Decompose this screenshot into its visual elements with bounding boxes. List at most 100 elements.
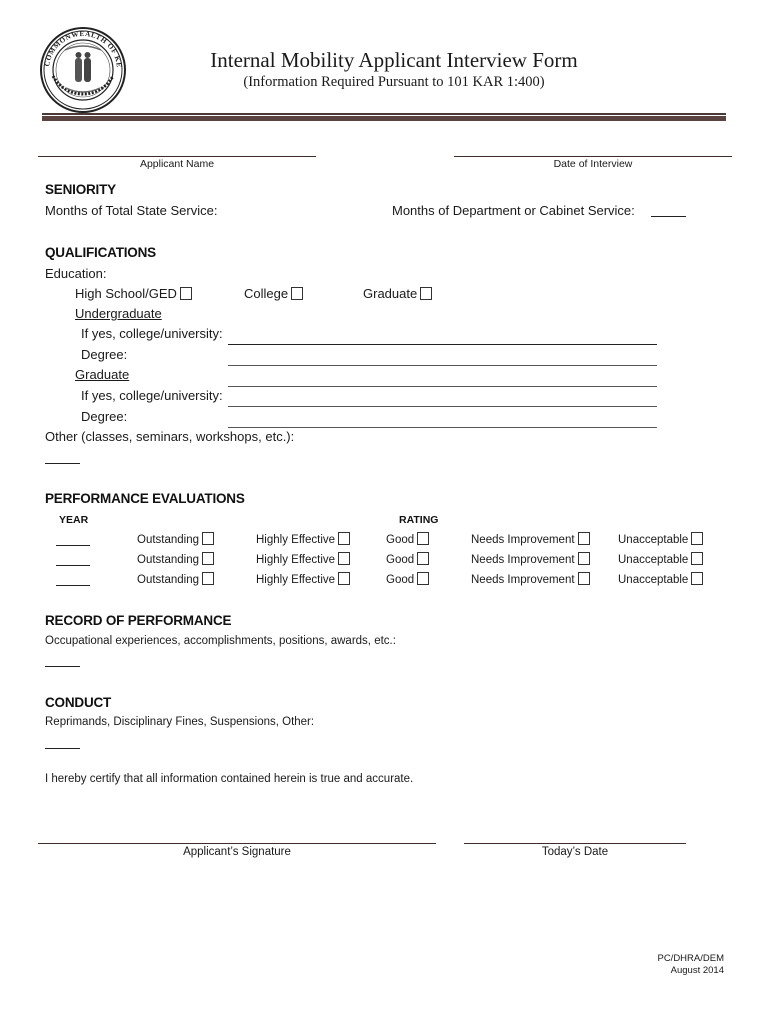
good-checkbox[interactable]: [417, 572, 430, 585]
rating-label-needs-improvement: Needs Improvement: [471, 534, 575, 546]
outstanding-checkbox[interactable]: [202, 572, 215, 585]
total-state-service-label: Months of Total State Service:: [45, 203, 218, 218]
rating-label-outstanding: Outstanding: [137, 574, 200, 586]
form-footer: PC/DHRA/DEM August 2014: [657, 953, 724, 977]
outstanding-checkbox[interactable]: [202, 552, 215, 565]
high-school-label: High School/GED: [75, 286, 177, 301]
certification-statement: I hereby certify that all information co…: [45, 773, 414, 785]
needs-improvement-checkbox[interactable]: [577, 532, 590, 545]
qualifications-heading: QUALIFICATIONS: [45, 245, 156, 260]
undergraduate-university-field[interactable]: [228, 344, 657, 345]
form-subtitle: (Information Required Pursuant to 101 KA…: [243, 74, 545, 90]
evaluation-year-field[interactable]: [56, 545, 90, 546]
record-of-performance-field[interactable]: [45, 666, 80, 667]
rating-label-outstanding: Outstanding: [137, 554, 200, 566]
graduate-label: Graduate: [363, 286, 418, 301]
needs-improvement-checkbox[interactable]: [577, 552, 590, 565]
rating-option-outstanding[interactable]: Outstanding: [137, 572, 215, 586]
todays-date-label: Today’s Date: [541, 846, 609, 858]
applicant-name-field[interactable]: [38, 156, 316, 157]
college-checkbox[interactable]: [291, 287, 304, 300]
good-checkbox[interactable]: [417, 532, 430, 545]
department-service-field[interactable]: [651, 216, 686, 217]
graduate-heading: Graduate: [75, 367, 130, 382]
other-training-label: Other (classes, seminars, workshops, etc…: [45, 429, 295, 444]
performance-evaluations-heading: PERFORMANCE EVALUATIONS: [45, 491, 245, 506]
other-training-field[interactable]: [45, 463, 80, 464]
undergraduate-university-label: If yes, college/university:: [81, 326, 223, 341]
graduate-university-field[interactable]: [228, 406, 657, 407]
rating-label-good: Good: [386, 574, 415, 586]
rating-option-unacceptable[interactable]: Unacceptable: [618, 552, 704, 566]
form-code: PC/DHRA/DEM: [657, 953, 724, 964]
graduate-heading-line[interactable]: [228, 386, 657, 387]
unacceptable-checkbox[interactable]: [691, 572, 704, 585]
rating-option-outstanding[interactable]: Outstanding: [137, 552, 215, 566]
applicant-name-label: Applicant Name: [139, 158, 215, 170]
rating-option-highly-effective[interactable]: Highly Effective: [256, 552, 351, 566]
rating-option-highly-effective[interactable]: Highly Effective: [256, 572, 351, 586]
education-option-college[interactable]: College: [244, 286, 304, 301]
education-label: Education:: [45, 266, 107, 281]
unacceptable-checkbox[interactable]: [691, 532, 704, 545]
evaluation-year-field[interactable]: [56, 565, 90, 566]
rating-label-outstanding: Outstanding: [137, 534, 200, 546]
rating-label-good: Good: [386, 554, 415, 566]
rating-option-outstanding[interactable]: Outstanding: [137, 532, 215, 546]
rating-label-unacceptable: Unacceptable: [618, 534, 689, 546]
rating-option-good[interactable]: Good: [386, 532, 430, 546]
outstanding-checkbox[interactable]: [202, 532, 215, 545]
date-of-interview-label: Date of Interview: [553, 158, 633, 170]
rating-option-highly-effective[interactable]: Highly Effective: [256, 532, 351, 546]
rating-option-needs-improvement[interactable]: Needs Improvement: [471, 552, 590, 566]
rating-label-highly-effective: Highly Effective: [256, 574, 336, 586]
rating-label-good: Good: [386, 534, 415, 546]
graduate-checkbox[interactable]: [420, 287, 433, 300]
rating-label-highly-effective: Highly Effective: [256, 554, 336, 566]
rating-label-unacceptable: Unacceptable: [618, 554, 689, 566]
form-title: Internal Mobility Applicant Interview Fo…: [210, 48, 578, 72]
rating-column-header: RATING: [399, 514, 439, 526]
rating-label-unacceptable: Unacceptable: [618, 574, 689, 586]
highly-effective-checkbox[interactable]: [338, 532, 351, 545]
good-checkbox[interactable]: [417, 552, 430, 565]
rating-option-good[interactable]: Good: [386, 552, 430, 566]
rating-label-highly-effective: Highly Effective: [256, 534, 336, 546]
high-school-checkbox[interactable]: [179, 287, 192, 300]
rating-option-unacceptable[interactable]: Unacceptable: [618, 572, 704, 586]
unacceptable-checkbox[interactable]: [691, 552, 704, 565]
rating-option-good[interactable]: Good: [386, 572, 430, 586]
conduct-label: Reprimands, Disciplinary Fines, Suspensi…: [45, 716, 315, 728]
header-divider-thick: [42, 116, 726, 121]
graduate-degree-field[interactable]: [228, 427, 657, 428]
department-service-label: Months of Department or Cabinet Service:: [392, 203, 635, 218]
todays-date-field[interactable]: [464, 843, 686, 844]
evaluation-year-field[interactable]: [56, 585, 90, 586]
undergraduate-degree-field[interactable]: [228, 365, 657, 366]
date-of-interview-field[interactable]: [454, 156, 732, 157]
highly-effective-checkbox[interactable]: [338, 552, 351, 565]
education-option-graduate[interactable]: Graduate: [363, 286, 433, 301]
college-label: College: [244, 286, 289, 301]
conduct-heading: CONDUCT: [45, 695, 112, 710]
form-revision-date: August 2014: [670, 965, 724, 976]
needs-improvement-checkbox[interactable]: [577, 572, 590, 585]
graduate-degree-label: Degree:: [81, 409, 128, 424]
record-of-performance-heading: RECORD OF PERFORMANCE: [45, 613, 232, 628]
applicant-signature-label: Applicant’s Signature: [183, 846, 291, 858]
undergraduate-heading: Undergraduate: [75, 306, 162, 321]
conduct-field[interactable]: [45, 748, 80, 749]
applicant-signature-field[interactable]: [38, 843, 436, 844]
graduate-university-label: If yes, college/university:: [81, 388, 223, 403]
rating-option-unacceptable[interactable]: Unacceptable: [618, 532, 704, 546]
header-divider-thin: [42, 113, 726, 115]
education-option-high-school[interactable]: High School/GED: [75, 286, 192, 301]
record-of-performance-label: Occupational experiences, accomplishment…: [45, 635, 396, 647]
highly-effective-checkbox[interactable]: [338, 572, 351, 585]
seniority-heading: SENIORITY: [45, 182, 116, 197]
year-column-header: YEAR: [59, 514, 89, 526]
rating-label-needs-improvement: Needs Improvement: [471, 574, 575, 586]
undergraduate-degree-label: Degree:: [81, 347, 128, 362]
rating-option-needs-improvement[interactable]: Needs Improvement: [471, 532, 590, 546]
rating-option-needs-improvement[interactable]: Needs Improvement: [471, 572, 590, 586]
